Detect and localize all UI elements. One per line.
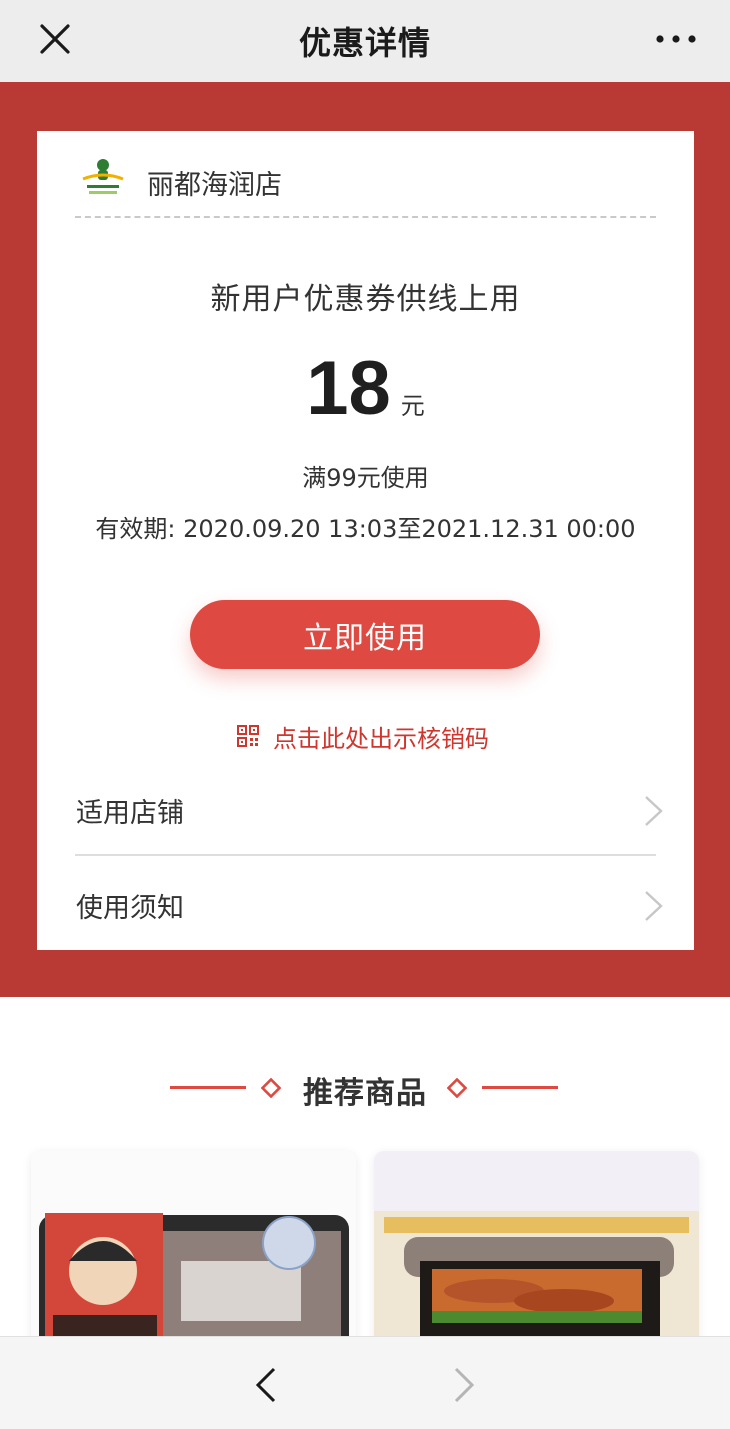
row-divider [75, 854, 656, 856]
store-row: 丽都海润店 [77, 153, 657, 209]
coupon-amount: 18 [306, 346, 391, 431]
chevron-right-icon[interactable] [450, 1365, 478, 1405]
coupon-validity: 有效期: 2020.09.20 13:03至2021.12.31 00:00 [95, 515, 636, 543]
dashed-divider [75, 216, 656, 218]
store-logo [82, 159, 124, 194]
decor-line [482, 1086, 558, 1089]
menu-label: 使用须知 [76, 893, 184, 924]
product-image [39, 1213, 349, 1351]
chevron-left-icon[interactable] [252, 1365, 280, 1405]
chevron-right-icon [645, 891, 663, 921]
qr-code-icon [237, 725, 259, 747]
top-bar: 优惠详情 [0, 0, 730, 82]
recommend-title: 推荐商品 [303, 1076, 427, 1111]
coupon-card: 丽都海润店 新用户优惠券供线上用 18 元 满99元使用 有效期: 2020.09… [37, 131, 694, 950]
coupon-condition: 满99元使用 [302, 464, 429, 492]
usage-notes-row[interactable]: 使用须知 [75, 858, 663, 948]
diamond-icon [447, 1078, 467, 1098]
bottom-nav-bar [0, 1336, 730, 1429]
menu-label: 适用店铺 [76, 798, 184, 829]
use-now-button[interactable]: 立即使用 [190, 600, 540, 669]
product-card[interactable] [374, 1151, 699, 1351]
show-code-label: 点击此处出示核销码 [273, 724, 489, 753]
recommend-header: 推荐商品 [0, 1068, 730, 1111]
coupon-unit: 元 [400, 392, 425, 420]
applicable-stores-row[interactable]: 适用店铺 [75, 763, 663, 853]
store-name: 丽都海润店 [147, 170, 282, 201]
chevron-right-icon [645, 796, 663, 826]
page-title: 优惠详情 [298, 24, 431, 62]
product-image [374, 1211, 699, 1351]
show-code-link[interactable]: 点击此处出示核销码 [237, 721, 489, 753]
coupon-title: 新用户优惠券供线上用 [210, 282, 521, 317]
more-dots-icon[interactable] [654, 30, 698, 48]
coupon-amount-row: 18 元 [37, 345, 694, 435]
product-card[interactable] [31, 1151, 356, 1351]
